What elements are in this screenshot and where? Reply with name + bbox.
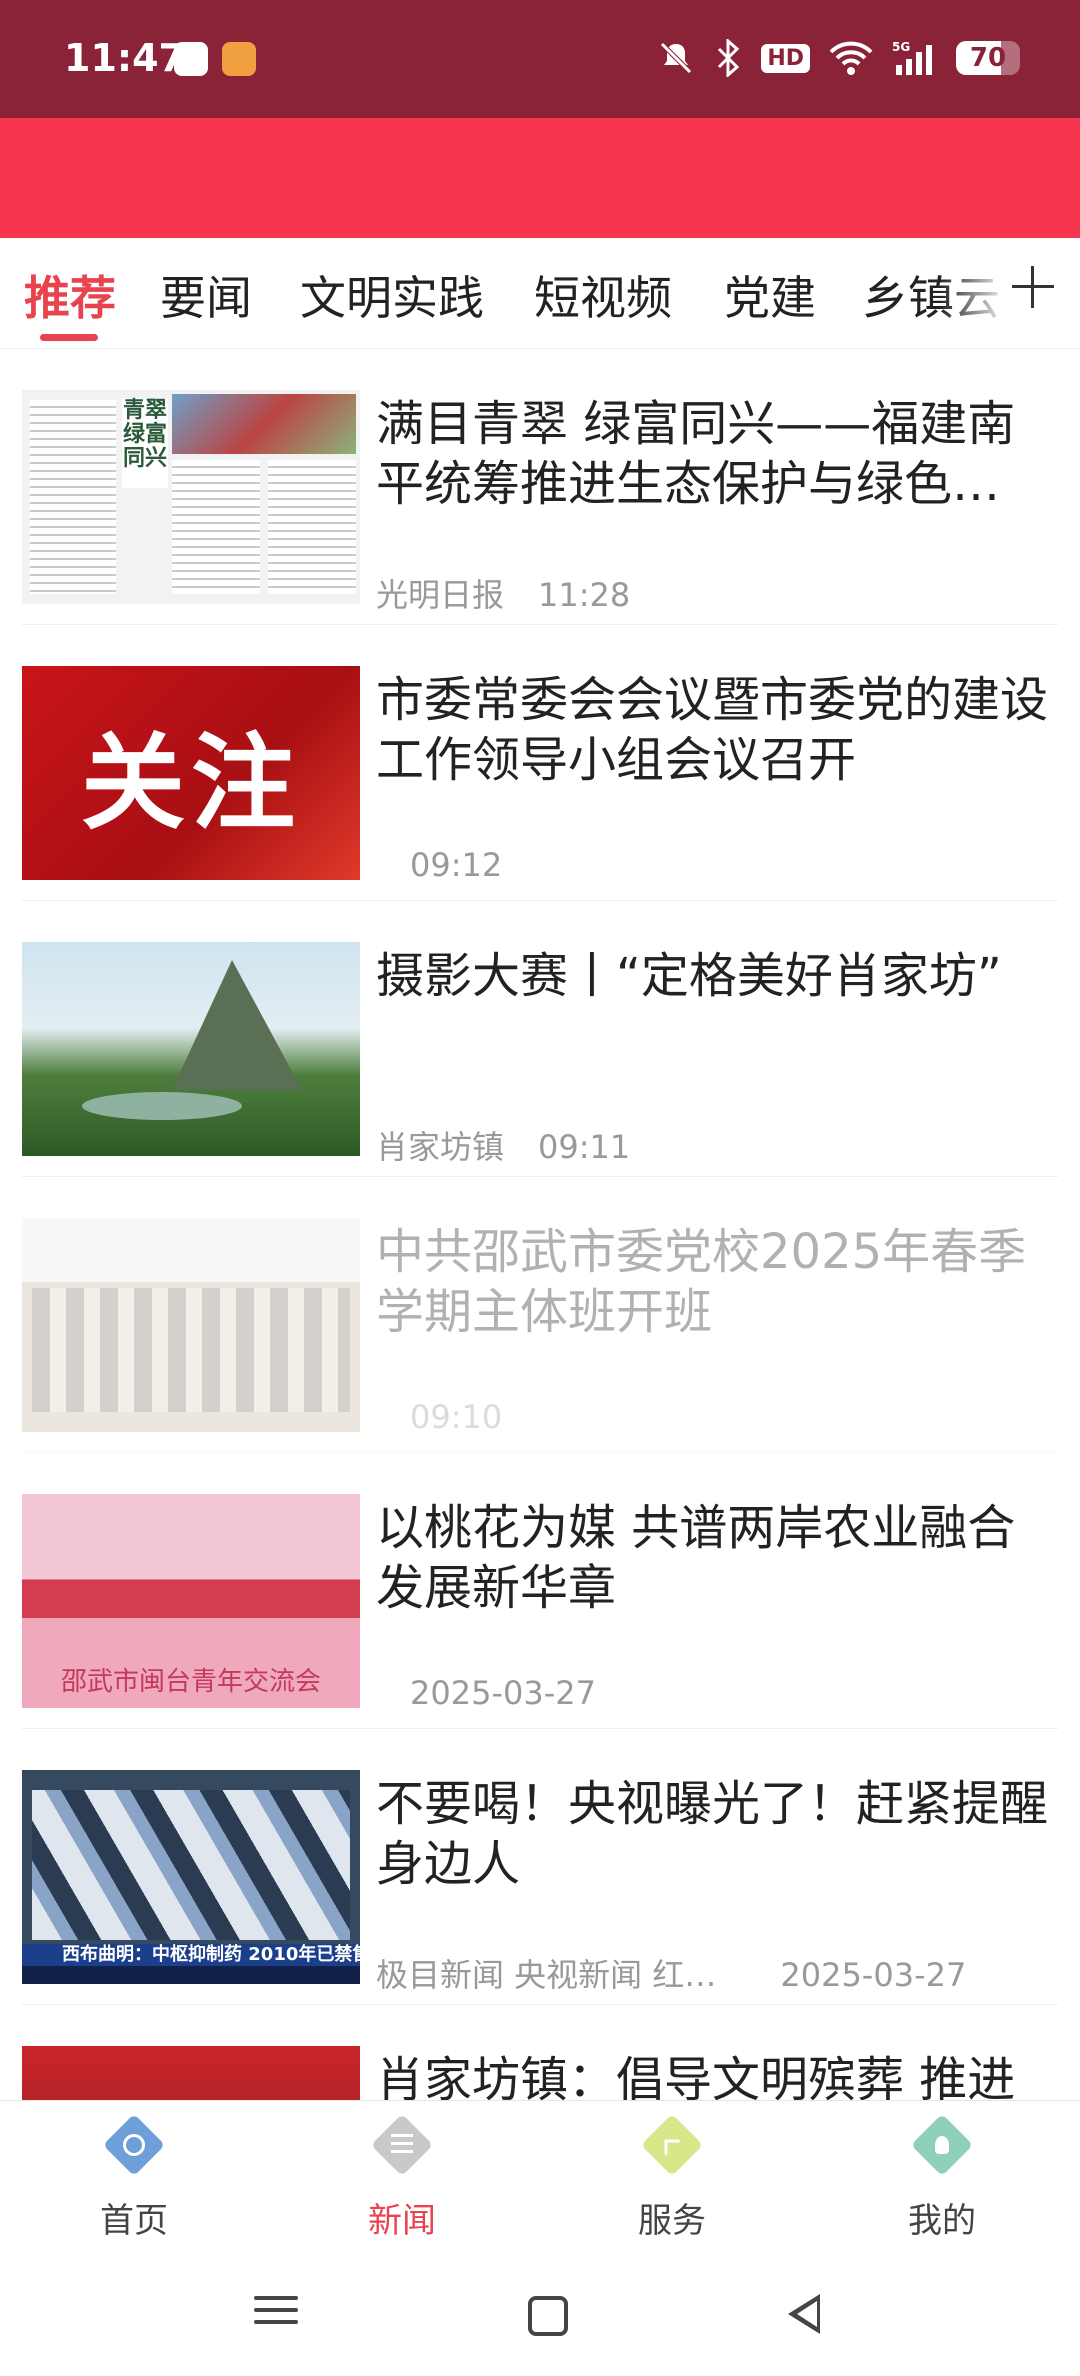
category-tab-bar: 推荐 要闻 文明实践 短视频 党建 乡镇云 bbox=[0, 238, 1080, 349]
news-meta: 2025-03-27 bbox=[376, 1674, 596, 1712]
nav-label: 新闻 bbox=[368, 2201, 436, 2241]
tab-recommend[interactable]: 推荐 bbox=[24, 262, 116, 328]
news-thumbnail bbox=[22, 942, 360, 1156]
tab-party-building[interactable]: 党建 bbox=[724, 262, 816, 328]
status-time: 11:47 bbox=[64, 36, 185, 80]
svg-text:5G: 5G bbox=[892, 40, 910, 54]
nav-label: 我的 bbox=[908, 2201, 976, 2241]
news-title: 不要喝！央视曝光了！赶紧提醒身边人 bbox=[376, 1776, 1049, 1892]
news-thumbnail bbox=[22, 1218, 360, 1432]
add-channel-icon[interactable] bbox=[1008, 262, 1058, 312]
bluetooth-icon bbox=[718, 39, 740, 77]
news-time: 2025-03-27 bbox=[410, 1674, 596, 1712]
news-thumbnail: 西布曲明：中枢抑制药 2010年已禁售 bbox=[22, 1770, 360, 1984]
news-title: 肖家坊镇：倡导文明殡葬 推进 bbox=[376, 2052, 1016, 2100]
news-time: 11:28 bbox=[538, 576, 631, 614]
news-thumbnail: 关注 bbox=[22, 666, 360, 880]
bottom-nav: 首页 新闻 服务 我的 bbox=[0, 2100, 1080, 2249]
tab-short-video[interactable]: 短视频 bbox=[534, 262, 672, 328]
news-meta: 光明日报 11:28 bbox=[376, 570, 630, 616]
thumb-headline: 青翠绿富同兴 bbox=[122, 398, 168, 488]
news-thumbnail bbox=[22, 2046, 360, 2100]
nav-label: 服务 bbox=[638, 2201, 706, 2241]
app-notification-icon bbox=[174, 42, 208, 76]
recent-apps-button[interactable] bbox=[252, 2288, 300, 2336]
news-time: 09:11 bbox=[538, 1128, 631, 1166]
news-item-read[interactable]: 中共邵武市委党校2025年春季学期主体班开班 09:10 bbox=[22, 1176, 1058, 1453]
app-notification-icon-2 bbox=[222, 42, 256, 76]
news-title: 以桃花为媒 共谱两岸农业融合发展新华章 bbox=[376, 1500, 1016, 1616]
news-source: 光明日报 bbox=[376, 576, 505, 614]
news-meta: 09:12 bbox=[376, 846, 502, 884]
app-header bbox=[0, 118, 1080, 238]
system-nav-bar bbox=[0, 2248, 1080, 2376]
news-meta: 09:10 bbox=[376, 1398, 502, 1436]
battery-indicator: 70 bbox=[956, 41, 1020, 75]
news-time: 09:10 bbox=[410, 1398, 503, 1436]
news-meta: 极目新闻 央视新闻 红… 2025-03-27 bbox=[376, 1950, 966, 1996]
wifi-icon bbox=[829, 41, 873, 75]
active-tab-indicator bbox=[40, 334, 98, 341]
tab-headlines[interactable]: 要闻 bbox=[160, 262, 252, 328]
nav-profile[interactable]: 我的 bbox=[842, 2101, 1042, 2249]
list-icon bbox=[370, 2113, 434, 2177]
news-meta: 肖家坊镇 09:11 bbox=[376, 1122, 630, 1168]
news-source: 极目新闻 央视新闻 红… bbox=[376, 1956, 717, 1994]
news-thumbnail: 青翠绿富同兴 bbox=[22, 390, 360, 604]
thumb-text: 关注 bbox=[80, 720, 301, 844]
status-bar: 11:47 HD 5G 70 bbox=[0, 0, 1080, 118]
news-item[interactable]: 邵武市闽台青年交流会 以桃花为媒 共谱两岸农业融合发展新华章 2025-03-2… bbox=[22, 1452, 1058, 1729]
back-button[interactable] bbox=[788, 2294, 820, 2334]
news-item[interactable]: 青翠绿富同兴 满目青翠 绿富同兴——福建南平统筹推进生态保护与绿色… 光明日报 1… bbox=[22, 348, 1058, 625]
nav-services[interactable]: 服务 bbox=[572, 2101, 772, 2249]
news-list: 青翠绿富同兴 满目青翠 绿富同兴——福建南平统筹推进生态保护与绿色… 光明日报 1… bbox=[0, 348, 1080, 2100]
news-title: 满目青翠 绿富同兴——福建南平统筹推进生态保护与绿色… bbox=[376, 396, 1016, 512]
news-item[interactable]: 摄影大赛丨“定格美好肖家坊” 肖家坊镇 09:11 bbox=[22, 900, 1058, 1177]
share-icon bbox=[640, 2113, 704, 2177]
news-time: 2025-03-27 bbox=[780, 1956, 967, 1994]
globe-icon bbox=[102, 2113, 166, 2177]
news-source: 肖家坊镇 bbox=[376, 1128, 505, 1166]
home-button[interactable] bbox=[528, 2296, 568, 2336]
news-item[interactable]: 西布曲明：中枢抑制药 2010年已禁售 不要喝！央视曝光了！赶紧提醒身边人 极目… bbox=[22, 1728, 1058, 2005]
news-item[interactable]: 关注 市委常委会会议暨市委党的建设工作领导小组会议召开 09:12 bbox=[22, 624, 1058, 901]
nav-news[interactable]: 新闻 bbox=[302, 2101, 502, 2249]
news-title: 市委常委会会议暨市委党的建设工作领导小组会议召开 bbox=[376, 672, 1049, 788]
signal-icon: 5G bbox=[892, 40, 932, 75]
user-icon bbox=[910, 2113, 974, 2177]
hd-badge: HD bbox=[761, 43, 810, 73]
news-title: 中共邵武市委党校2025年春季学期主体班开班 bbox=[376, 1224, 1027, 1340]
mute-icon bbox=[660, 42, 693, 74]
news-title: 摄影大赛丨“定格美好肖家坊” bbox=[376, 948, 1002, 1004]
news-item[interactable]: 肖家坊镇：倡导文明殡葬 推进 bbox=[22, 2004, 1058, 2100]
thumb-caption: 西布曲明：中枢抑制药 2010年已禁售 bbox=[22, 1944, 360, 1966]
news-time: 09:12 bbox=[410, 846, 503, 884]
nav-home[interactable]: 首页 bbox=[34, 2101, 234, 2249]
news-thumbnail: 邵武市闽台青年交流会 bbox=[22, 1494, 360, 1708]
tab-civilization-practice[interactable]: 文明实践 bbox=[300, 262, 484, 328]
nav-label: 首页 bbox=[100, 2201, 168, 2241]
tab-fade bbox=[940, 238, 1010, 348]
battery-level: 70 bbox=[969, 43, 1007, 73]
thumb-banner-text: 邵武市闽台青年交流会 bbox=[60, 1667, 321, 1697]
